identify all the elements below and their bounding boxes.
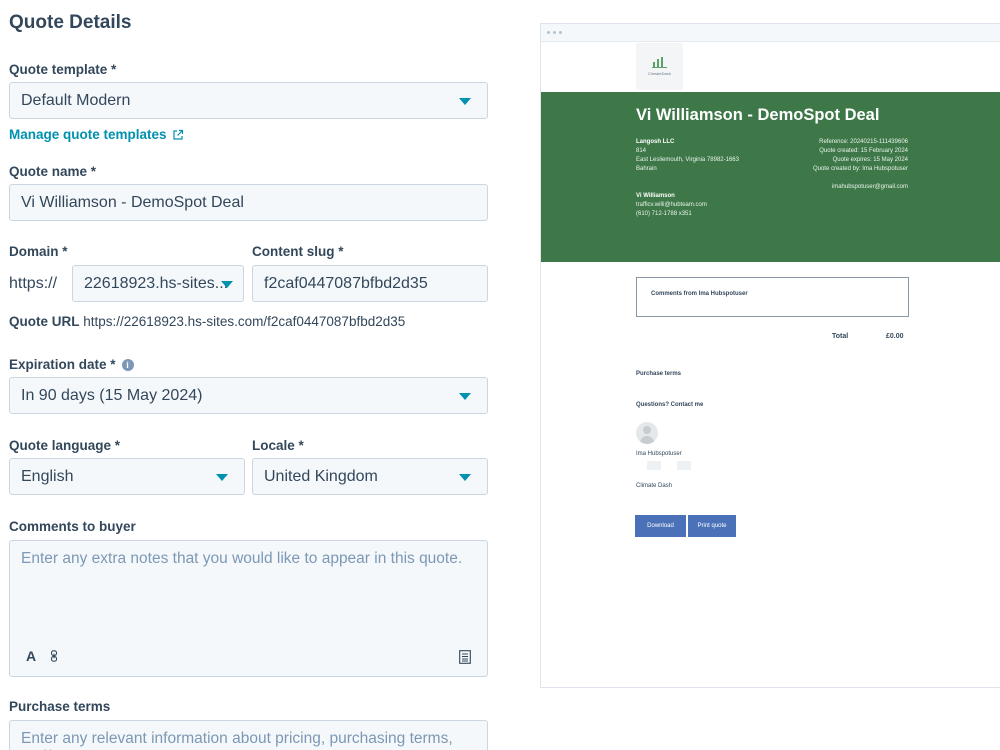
buyer-details: Langosh LLC 814 East Lesliemouth, Virgin… bbox=[636, 138, 739, 219]
comments-box: Comments from Ima Hubspotuser bbox=[636, 277, 909, 317]
chevron-down-icon bbox=[221, 281, 233, 288]
owner-name: Ima Hubspotuser bbox=[636, 451, 682, 457]
expiration-value: In 90 days (15 May 2024) bbox=[21, 386, 203, 404]
chevron-down-icon bbox=[459, 474, 471, 481]
quote-created-by: Quote created by: Ima Hubspotuser bbox=[812, 166, 908, 172]
quote-name-value: Vi Williamson - DemoSpot Deal bbox=[21, 193, 244, 211]
quote-meta: Reference: 20240215-111439606 Quote crea… bbox=[813, 138, 908, 192]
purchase-terms-placeholder: Enter any relevant information about pri… bbox=[21, 730, 453, 750]
quote-template-label: Quote template * bbox=[9, 62, 117, 77]
text-style-icon[interactable]: A bbox=[26, 648, 36, 664]
quote-url: Quote URL https://22618923.hs-sites.com/… bbox=[9, 314, 405, 329]
quote-title: Vi Williamson - DemoSpot Deal bbox=[636, 106, 880, 124]
contact-phone: (610) 712-1788 x351 bbox=[636, 211, 692, 217]
quote-template-value: Default Modern bbox=[21, 91, 131, 109]
address-line-3: Bahrain bbox=[636, 166, 657, 172]
avatar bbox=[636, 422, 658, 444]
chevron-down-icon bbox=[459, 393, 471, 400]
comments-placeholder: Enter any extra notes that you would lik… bbox=[21, 550, 463, 567]
page-title: Quote Details bbox=[9, 12, 132, 33]
domain-label: Domain * bbox=[9, 244, 68, 259]
quote-name-input[interactable]: Vi Williamson - DemoSpot Deal bbox=[9, 184, 488, 221]
reference: Reference: 20240215-111439606 bbox=[819, 139, 908, 145]
questions-heading: Questions? Contact me bbox=[636, 402, 704, 408]
chevron-down-icon bbox=[459, 98, 471, 105]
quote-url-value: https://22618923.hs-sites.com/f2caf04470… bbox=[83, 314, 406, 329]
owner-email: imahubspotuser@gmail.com bbox=[831, 184, 908, 190]
quote-url-label: Quote URL bbox=[9, 314, 80, 329]
purchase-terms-heading: Purchase terms bbox=[636, 371, 682, 377]
contact-email: trafficv.willi@hubteam.com bbox=[636, 202, 707, 208]
expiration-label: Expiration date * i bbox=[9, 357, 134, 372]
total-label: Total bbox=[832, 333, 849, 340]
comments-label: Comments to buyer bbox=[9, 519, 136, 534]
domain-prefix: https:// bbox=[9, 275, 58, 292]
company-footer: Climate Dash bbox=[636, 483, 673, 489]
locale-label: Locale * bbox=[252, 438, 304, 453]
quote-language-label: Quote language * bbox=[9, 438, 121, 453]
company-logo: ClimateDash bbox=[636, 43, 683, 90]
manage-templates-label: Manage quote templates bbox=[9, 127, 167, 142]
domain-select[interactable]: 22618923.hs-sites... bbox=[72, 265, 244, 302]
company-name: Langosh LLC bbox=[636, 139, 675, 145]
expiration-select[interactable]: In 90 days (15 May 2024) bbox=[9, 377, 488, 414]
purchase-terms-label: Purchase terms bbox=[9, 699, 111, 714]
expiration-label-text: Expiration date * bbox=[9, 357, 116, 372]
quote-language-select[interactable]: English bbox=[9, 458, 245, 495]
quote-language-value: English bbox=[21, 467, 74, 485]
contact-placeholder bbox=[677, 461, 691, 470]
content-slug-value: f2caf0447087bfbd2d35 bbox=[264, 274, 428, 292]
quote-expires: Quote expires: 15 May 2024 bbox=[832, 157, 908, 163]
content-slug-label: Content slug * bbox=[252, 244, 344, 259]
quote-header-banner: Vi Williamson - DemoSpot Deal Langosh LL… bbox=[541, 92, 1000, 262]
locale-select[interactable]: United Kingdom bbox=[252, 458, 488, 495]
address-line-1: 814 bbox=[636, 148, 647, 154]
manage-quote-templates-link[interactable]: Manage quote templates bbox=[9, 127, 184, 142]
link-icon[interactable] bbox=[50, 650, 58, 662]
quote-template-select[interactable]: Default Modern bbox=[9, 82, 488, 119]
chevron-down-icon bbox=[216, 474, 228, 481]
avatar-body bbox=[640, 436, 654, 444]
preview-window-bar bbox=[541, 24, 1000, 42]
domain-value: 22618923.hs-sites... bbox=[84, 274, 229, 292]
external-link-icon bbox=[172, 129, 183, 140]
download-button[interactable]: Download bbox=[635, 515, 686, 537]
info-icon[interactable]: i bbox=[121, 359, 134, 372]
locale-value: United Kingdom bbox=[264, 467, 378, 485]
bar-chart-logo-icon bbox=[652, 57, 667, 68]
logo-text: ClimateDash bbox=[648, 71, 671, 76]
contact-name: Vi Williamson bbox=[636, 193, 675, 199]
window-dot bbox=[547, 31, 550, 34]
address-line-2: East Lesliemouth, Virginia 78982-1663 bbox=[636, 157, 739, 163]
total-value: £0.00 bbox=[886, 333, 904, 340]
purchase-terms-textarea[interactable]: Enter any relevant information about pri… bbox=[9, 720, 488, 750]
text-format-toolbar: A bbox=[26, 648, 58, 664]
quote-name-label: Quote name * bbox=[9, 164, 97, 179]
comments-textarea[interactable]: Enter any extra notes that you would lik… bbox=[9, 540, 488, 677]
content-slug-input[interactable]: f2caf0447087bfbd2d35 bbox=[252, 265, 488, 302]
quote-created: Quote created: 15 February 2024 bbox=[819, 148, 908, 154]
window-dot bbox=[559, 31, 562, 34]
quote-preview: ClimateDash Vi Williamson - DemoSpot Dea… bbox=[540, 23, 1000, 688]
snippet-icon[interactable] bbox=[459, 650, 471, 664]
avatar-head bbox=[643, 426, 651, 434]
contact-placeholder bbox=[647, 461, 661, 470]
window-dot bbox=[553, 31, 556, 34]
print-quote-button[interactable]: Print quote bbox=[688, 515, 736, 537]
